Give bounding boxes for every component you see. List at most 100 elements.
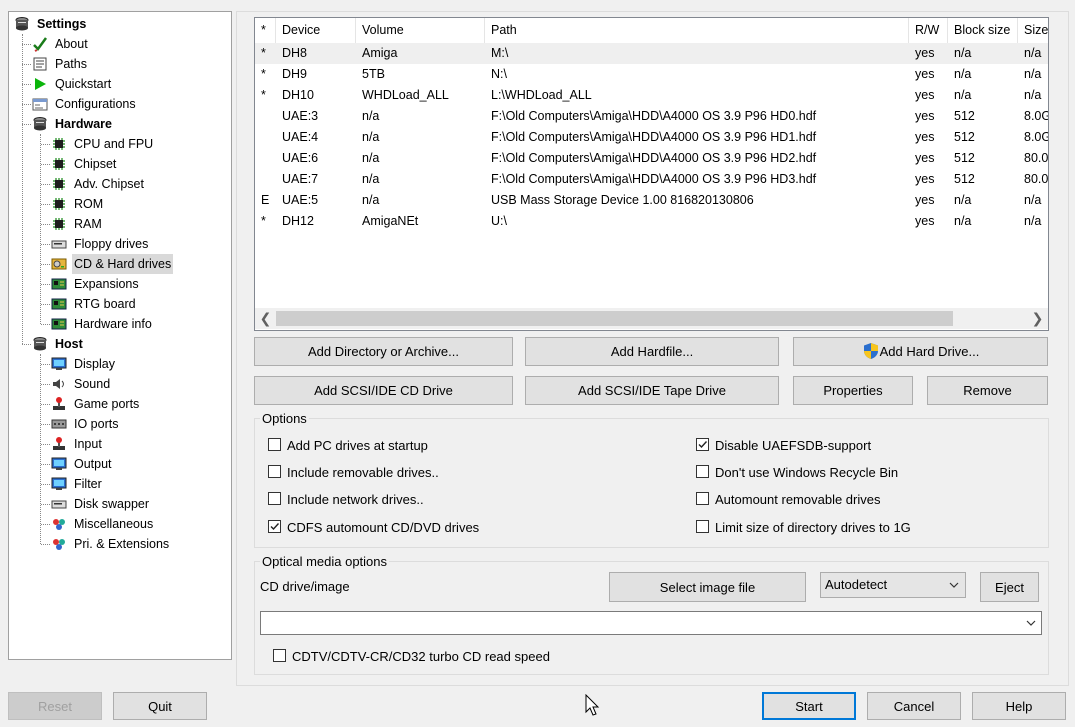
checkbox-box[interactable] [696, 465, 709, 478]
drive-row[interactable]: * DH8 Amiga M:\ yes n/a n/a [255, 43, 1048, 64]
column-header-rw[interactable]: R/W [909, 18, 948, 43]
select-image-button[interactable]: Select image file [609, 572, 806, 602]
drive-cell-size: 80.0 [1024, 151, 1049, 165]
drive-cell-block: 512 [954, 172, 975, 186]
drive-cell-rw: yes [915, 109, 935, 123]
tree-connector [41, 244, 50, 245]
drive-cell-block: n/a [954, 46, 972, 60]
floppy-drive-icon [51, 496, 67, 512]
cd-mode-select[interactable]: Autodetect [820, 572, 966, 598]
drive-cell-rw: yes [915, 172, 935, 186]
scroll-right-icon[interactable]: ❯ [1027, 308, 1048, 329]
add-scsi-tape-button[interactable]: Add SCSI/IDE Tape Drive [525, 376, 779, 405]
drive-row[interactable]: * DH9 5TB N:\ yes n/a n/a [255, 64, 1048, 85]
chip-icon [51, 216, 67, 232]
tree-connector [22, 344, 31, 345]
turbo-cd-label: CDTV/CDTV-CR/CD32 turbo CD read speed [292, 649, 550, 664]
scroll-thumb[interactable] [276, 311, 953, 326]
drive-row[interactable]: UAE:4 n/a F:\Old Computers\Amiga\HDD\A4000… [255, 127, 1048, 148]
eject-button[interactable]: Eject [980, 572, 1039, 602]
tree-connector [41, 404, 50, 405]
add-scsi-cd-button[interactable]: Add SCSI/IDE CD Drive [254, 376, 513, 405]
tree-item-label: Hardware [55, 117, 112, 131]
drive-cell-rw: yes [915, 67, 935, 81]
misc-icon [51, 536, 67, 552]
drive-row[interactable]: E UAE:5 n/a USB Mass Storage Device 1.00 81… [255, 190, 1048, 211]
drive-cell-volume: WHDLoad_ALL [362, 88, 449, 102]
start-button[interactable]: Start [762, 692, 856, 720]
chip-icon [51, 136, 67, 152]
host-icon [32, 336, 48, 352]
board-icon [51, 296, 67, 312]
cd-mode-value: Autodetect [825, 577, 888, 592]
tree-item-label: Filter [74, 477, 102, 491]
scroll-left-icon[interactable]: ❮ [255, 308, 276, 329]
remove-button[interactable]: Remove [927, 376, 1048, 405]
misc-icon [51, 516, 67, 532]
help-button[interactable]: Help [972, 692, 1066, 720]
chip-icon [51, 156, 67, 172]
option-label: Limit size of directory drives to 1G [715, 520, 911, 535]
drive-row[interactable]: UAE:3 n/a F:\Old Computers\Amiga\HDD\A4000… [255, 106, 1048, 127]
drive-cell-flag: * [261, 88, 266, 102]
checkbox-box[interactable] [268, 438, 281, 451]
checkbox-box[interactable] [696, 492, 709, 505]
drive-cell-flag [255, 169, 276, 190]
tree-item-label: Quickstart [55, 77, 112, 91]
drive-cell-flag: E [261, 193, 270, 207]
drive-cell-block: 512 [954, 109, 975, 123]
add-directory-button[interactable]: Add Directory or Archive... [254, 337, 513, 366]
checkbox-box[interactable] [696, 520, 709, 533]
option-label: Disable UAEFSDB-support [715, 438, 872, 453]
drive-cell-device: UAE:4 [282, 130, 319, 144]
column-header-flag[interactable]: * [255, 18, 276, 43]
column-header-block[interactable]: Block size [948, 18, 1018, 43]
drive-cell-path: M:\ [491, 46, 509, 60]
tree-connector [22, 64, 31, 65]
quit-button[interactable]: Quit [113, 692, 207, 720]
column-header-path[interactable]: Path [485, 18, 909, 43]
cancel-button[interactable]: Cancel [867, 692, 961, 720]
tree-connector [41, 164, 50, 165]
drive-list[interactable]: * Device Volume Path R/W Block size Size * DH8 A… [254, 17, 1049, 331]
column-header-device[interactable]: Device [276, 18, 356, 43]
tree-item-label: RTG board [74, 297, 136, 311]
drive-cell-rw: yes [915, 130, 935, 144]
board-icon [51, 316, 67, 332]
tree-item-label: CD & Hard drives [72, 254, 174, 274]
add-hard-drive-button[interactable]: Add Hard Drive... [793, 337, 1048, 366]
tree-connector [41, 264, 50, 265]
drive-row[interactable]: * DH10 WHDLoad_ALL L:\WHDLoad_ALL yes n/a n/a [255, 85, 1048, 106]
checkbox-box[interactable] [268, 465, 281, 478]
drive-row[interactable]: UAE:6 n/a F:\Old Computers\Amiga\HDD\A4000… [255, 148, 1048, 169]
drive-cell-flag: * [261, 46, 266, 60]
tree-item-label: Expansions [74, 277, 139, 291]
hardware-icon [32, 116, 48, 132]
cd-drive-label: CD drive/image [260, 579, 350, 594]
drive-cell-rw: yes [915, 88, 935, 102]
add-hardfile-button[interactable]: Add Hardfile... [525, 337, 779, 366]
drive-cell-path: U:\ [491, 214, 507, 228]
checkbox-box[interactable] [268, 492, 281, 505]
drive-row[interactable]: UAE:7 n/a F:\Old Computers\Amiga\HDD\A4000… [255, 169, 1048, 190]
checkbox-box[interactable] [696, 438, 709, 451]
properties-button[interactable]: Properties [793, 376, 913, 405]
settings-tree[interactable]: Settings About Paths Quickstart Configuratio… [8, 11, 232, 660]
tree-item-label: Input [74, 437, 102, 451]
checkbox-box[interactable] [268, 520, 281, 533]
chevron-down-icon [1025, 612, 1037, 637]
turbo-cd-box[interactable] [273, 649, 286, 662]
drive-cell-block: 512 [954, 151, 975, 165]
option-label: Add PC drives at startup [287, 438, 428, 453]
cd-image-path-combo[interactable] [260, 611, 1042, 635]
chevron-down-icon [949, 573, 959, 605]
horizontal-scrollbar[interactable]: ❮ ❯ [255, 308, 1048, 329]
drive-cell-volume: n/a [362, 193, 380, 207]
drive-cell-size: n/a [1024, 88, 1042, 102]
reset-button[interactable]: Reset [8, 692, 102, 720]
column-header-volume[interactable]: Volume [356, 18, 485, 43]
column-header-size[interactable]: Size [1018, 18, 1048, 43]
option-label: Include removable drives.. [287, 465, 439, 480]
tree-connector [41, 504, 50, 505]
drive-row[interactable]: * DH12 AmigaNEt U:\ yes n/a n/a [255, 211, 1048, 232]
